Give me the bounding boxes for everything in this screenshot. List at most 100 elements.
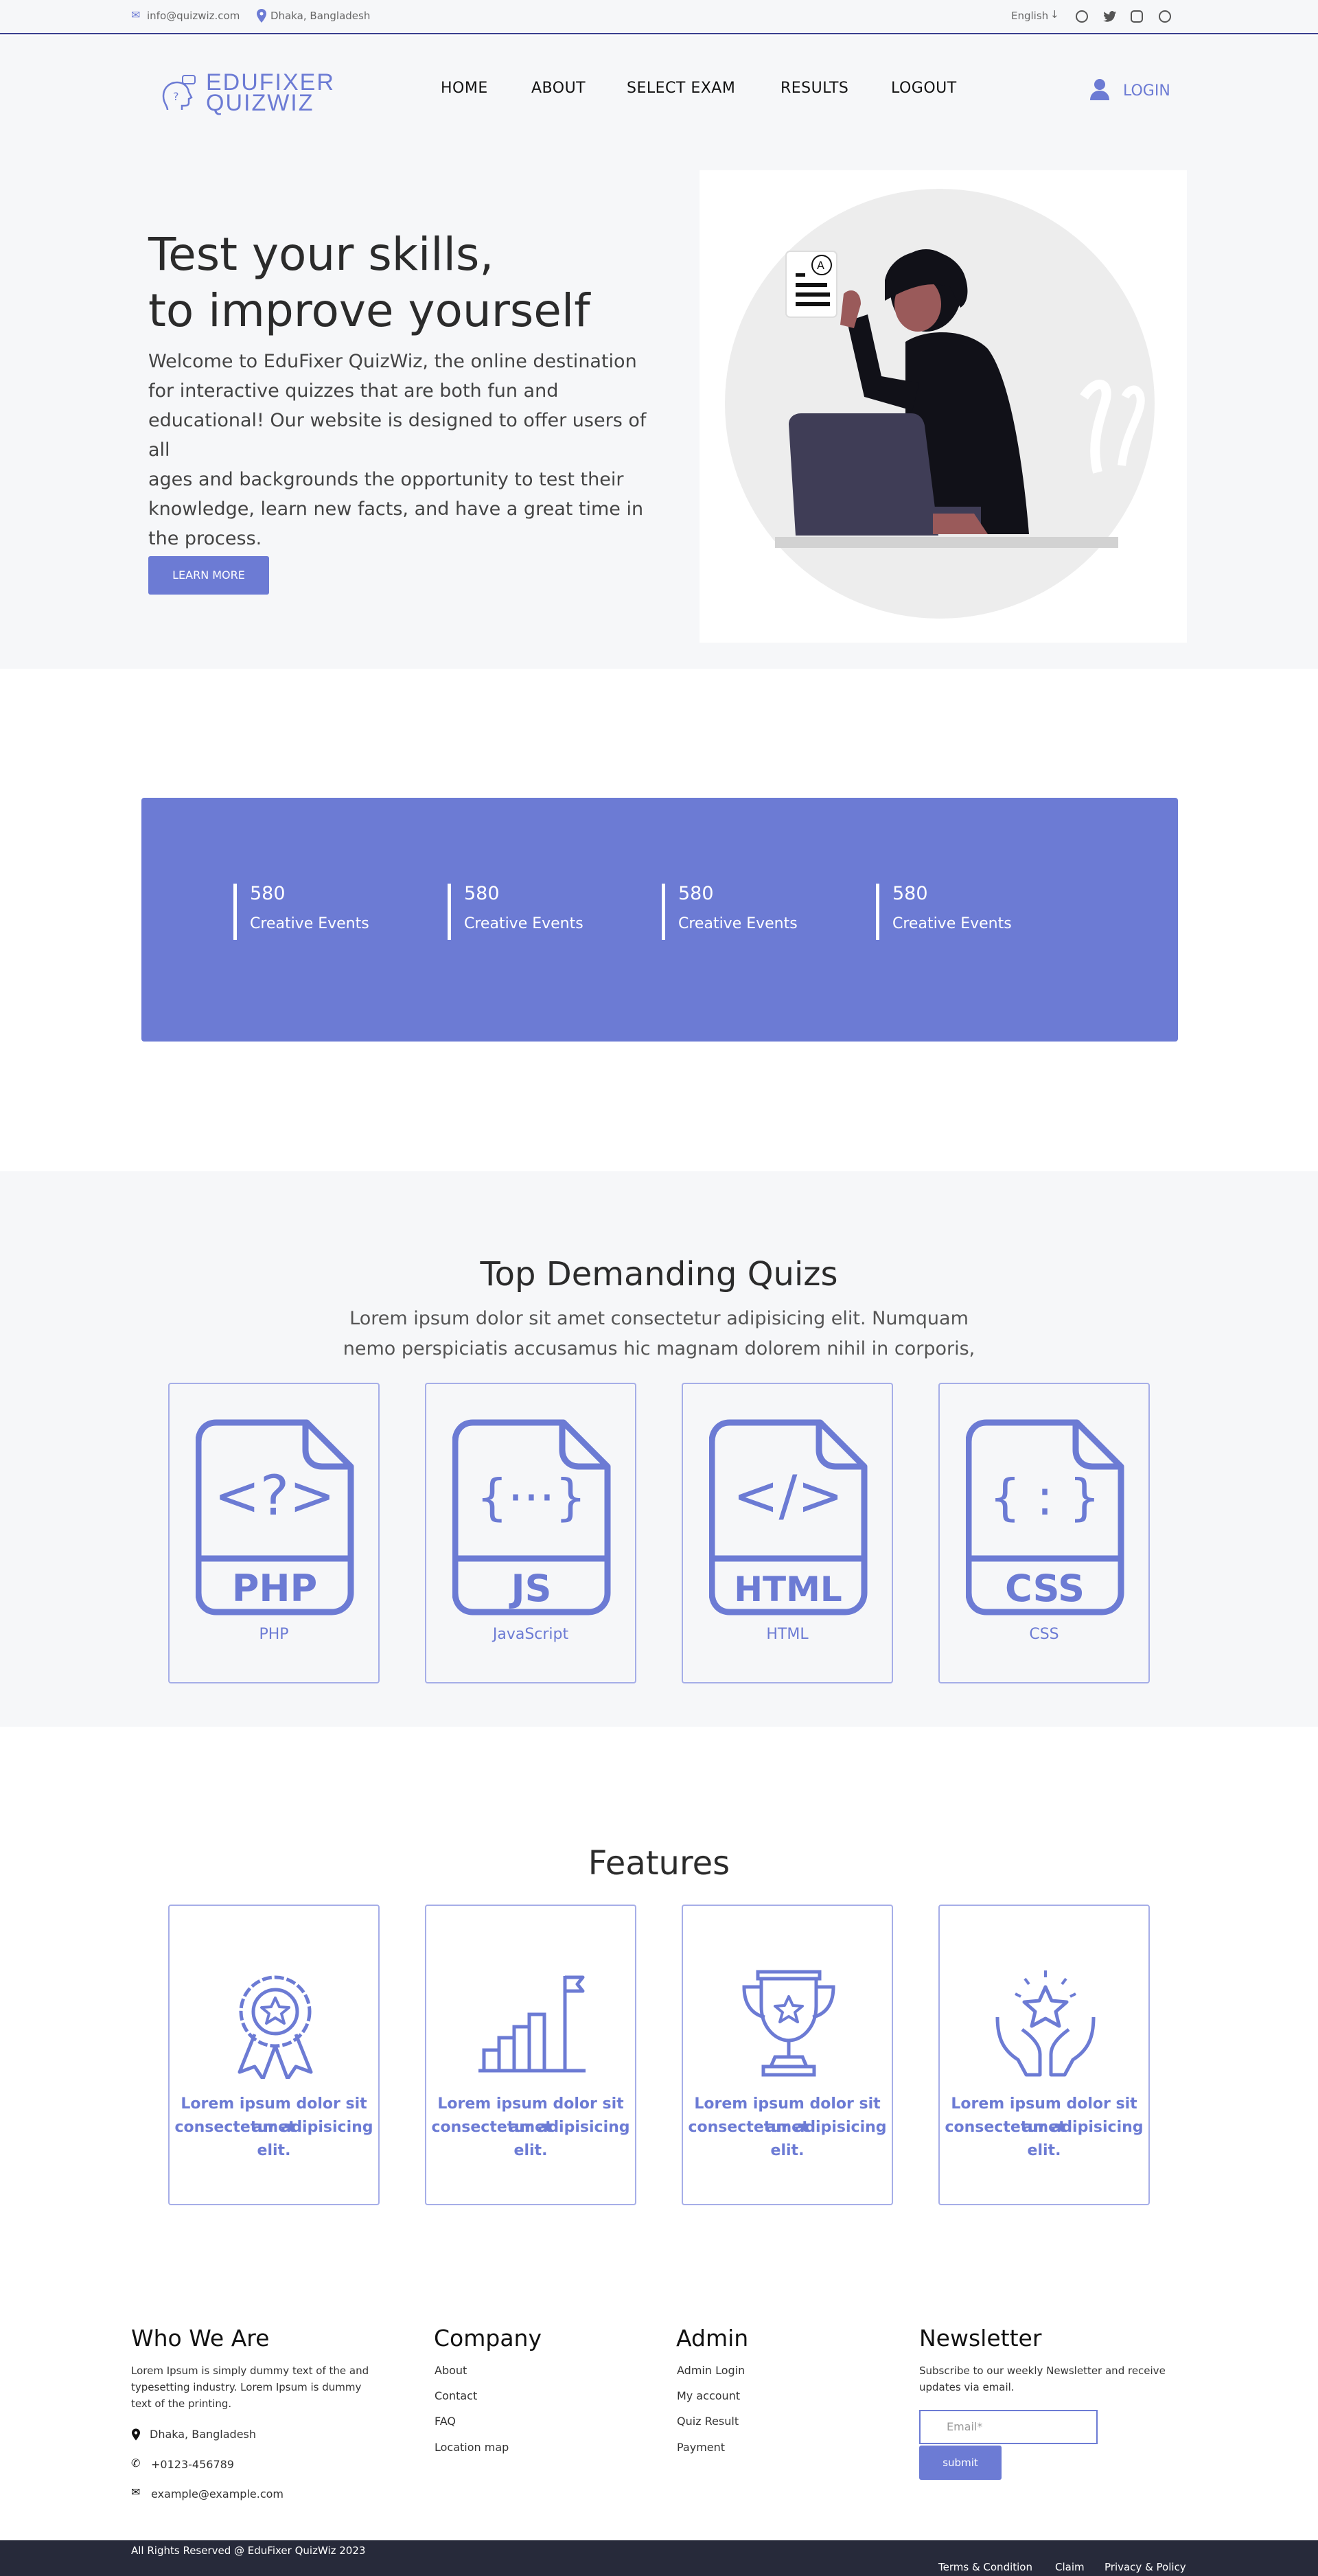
stat-divider: [876, 884, 879, 940]
svg-text:CSS: CSS: [1005, 1567, 1085, 1610]
nav-about[interactable]: ABOUT: [531, 80, 586, 97]
feature-card: Lorem ipsum dolor sit amet consectetur a…: [938, 1905, 1150, 2205]
footer-who-line: typesetting industry. Lorem Ipsum is dum…: [131, 2381, 362, 2393]
envelope-icon: ✉: [131, 2485, 141, 2498]
stat-number: 580: [678, 883, 714, 904]
nav-home[interactable]: HOME: [441, 80, 488, 97]
svg-text:</>: </>: [732, 1464, 843, 1528]
quiz-card-css[interactable]: { : } CSS CSS: [938, 1383, 1150, 1683]
quizzes-subtitle-line1: Lorem ipsum dolor sit amet consectetur a…: [349, 1308, 969, 1329]
site-logo[interactable]: ? EDUFIXER QUIZWIZ: [158, 69, 334, 118]
quiz-card-html[interactable]: </> HTML HTML: [682, 1383, 893, 1683]
js-file-icon: {···} JS: [452, 1419, 611, 1615]
footer-link-payment[interactable]: Payment: [677, 2441, 725, 2454]
stat-label: Creative Events: [892, 915, 1012, 932]
feature-card: Lorem ipsum dolor sit amet consectetur a…: [168, 1905, 380, 2205]
woman-laptop-illustration: A: [725, 189, 1155, 619]
copyright-text: All Rights Reserved @ EduFixer QuizWiz 2…: [131, 2544, 366, 2557]
top-location: Dhaka, Bangladesh: [270, 10, 371, 22]
quiz-card-label: HTML: [766, 1626, 809, 1643]
footer-link-contact[interactable]: Contact: [435, 2389, 477, 2402]
svg-text:A: A: [817, 259, 824, 272]
hero-description: Welcome to EduFixer QuizWiz, the online …: [148, 347, 656, 553]
svg-text:JS: JS: [509, 1567, 552, 1610]
quiz-card-javascript[interactable]: {···} JS JavaScript: [425, 1383, 636, 1683]
instagram-icon[interactable]: [1131, 10, 1143, 23]
footer-company-title: Company: [434, 2325, 542, 2351]
learn-more-button[interactable]: LEARN MORE: [148, 556, 269, 595]
footer-who-line: text of the printing.: [131, 2397, 232, 2410]
quiz-card-label: CSS: [1029, 1626, 1059, 1643]
hero-desc-line: the process.: [148, 528, 262, 549]
award-ribbon-icon: [238, 1975, 313, 2079]
nav-results[interactable]: RESULTS: [781, 80, 848, 97]
html-file-icon: </> HTML: [709, 1419, 868, 1615]
location-pin-icon: [132, 2428, 140, 2441]
feature-text-line2: consectetur adipisicing elit.: [431, 2119, 630, 2159]
feature-text-line2: consectetur adipisicing elit.: [174, 2119, 373, 2159]
svg-text:{ : }: { : }: [989, 1469, 1100, 1526]
stat-label: Creative Events: [464, 915, 583, 932]
newsletter-submit-button[interactable]: submit: [919, 2446, 1002, 2480]
envelope-icon: ✉: [131, 8, 141, 21]
quizzes-title: Top Demanding Quizs: [480, 1255, 838, 1293]
arrow-down-icon[interactable]: ↓: [1050, 8, 1059, 21]
footer-phone[interactable]: +0123-456789: [151, 2458, 234, 2471]
footer-link-faq[interactable]: FAQ: [435, 2415, 456, 2428]
stats-banner: 580 Creative Events 580 Creative Events …: [141, 798, 1178, 1042]
stat-number: 580: [892, 883, 928, 904]
newsletter-email-input[interactable]: Email*: [919, 2410, 1098, 2444]
footer-newsletter-line: Subscribe to our weekly Newsletter and r…: [919, 2365, 1166, 2377]
hero-desc-line: ages and backgrounds the opportunity to …: [148, 469, 624, 490]
logo-head-icon: ?: [162, 75, 196, 111]
quiz-card-php[interactable]: <?> PHP PHP: [168, 1383, 380, 1683]
nav-logout[interactable]: LOGOUT: [891, 80, 957, 97]
footer-email[interactable]: example@example.com: [151, 2487, 284, 2500]
login-label: LOGIN: [1123, 82, 1170, 100]
logo-line2: QUIZWIZ: [206, 90, 314, 116]
stat-divider: [233, 884, 237, 940]
top-email-link[interactable]: info@quizwiz.com: [147, 10, 240, 22]
nav-select-exam[interactable]: SELECT EXAM: [627, 80, 735, 97]
hero-title-line2: to improve yourself: [148, 284, 590, 337]
footer-newsletter-title: Newsletter: [919, 2325, 1042, 2351]
quizzes-subtitle-line2: nemo perspiciatis accusamus hic magnam d…: [343, 1338, 975, 1359]
hero-desc-line: educational! Our website is designed to …: [148, 410, 647, 461]
language-select[interactable]: English: [1011, 10, 1048, 22]
location-pin-icon: [257, 9, 266, 23]
trophy-icon: [742, 1970, 835, 2077]
footer-link-about[interactable]: About: [435, 2364, 467, 2377]
css-file-icon: { : } CSS: [966, 1419, 1124, 1615]
footer-link-my-account[interactable]: My account: [677, 2389, 740, 2402]
stat-label: Creative Events: [250, 915, 369, 932]
svg-text:{···}: {···}: [476, 1469, 586, 1526]
hero-illustration: A: [700, 170, 1187, 643]
hero-desc-line: for interactive quizzes that are both fu…: [148, 380, 559, 402]
stat-label: Creative Events: [678, 915, 798, 932]
svg-text:<?>: <?>: [214, 1464, 336, 1528]
hands-star-icon: [995, 1970, 1096, 2077]
hero-desc-line: Welcome to EduFixer QuizWiz, the online …: [148, 351, 637, 372]
stat-number: 580: [250, 883, 286, 904]
footer-link-claim[interactable]: Claim: [1055, 2561, 1085, 2573]
footer-newsletter-line: updates via email.: [919, 2381, 1015, 2393]
footer-who-text: Lorem Ipsum is simply dummy text of the …: [131, 2362, 392, 2412]
twitter-icon[interactable]: [1103, 10, 1117, 23]
footer-newsletter-text: Subscribe to our weekly Newsletter and r…: [919, 2362, 1194, 2395]
footer-link-location-map[interactable]: Location map: [435, 2441, 509, 2454]
feature-text-line2: consectetur adipisicing elit.: [945, 2119, 1144, 2159]
stat-divider: [448, 884, 451, 940]
footer-admin-title: Admin: [676, 2325, 749, 2351]
footer-link-admin-login[interactable]: Admin Login: [677, 2364, 745, 2377]
php-file-icon: <?> PHP: [196, 1419, 354, 1615]
feature-card: Lorem ipsum dolor sit amet consectetur a…: [682, 1905, 893, 2205]
svg-text:?: ?: [173, 90, 179, 103]
footer-link-privacy[interactable]: Privacy & Policy: [1105, 2561, 1186, 2573]
footer-link-quiz-result[interactable]: Quiz Result: [677, 2415, 739, 2428]
hero-title-line1: Test your skills,: [148, 228, 494, 281]
dribbble-icon[interactable]: [1159, 10, 1171, 23]
footer-link-terms[interactable]: Terms & Condition: [938, 2561, 1032, 2573]
facebook-icon[interactable]: [1076, 10, 1088, 23]
login-button[interactable]: LOGIN: [1090, 78, 1175, 102]
features-title: Features: [588, 1844, 730, 1883]
